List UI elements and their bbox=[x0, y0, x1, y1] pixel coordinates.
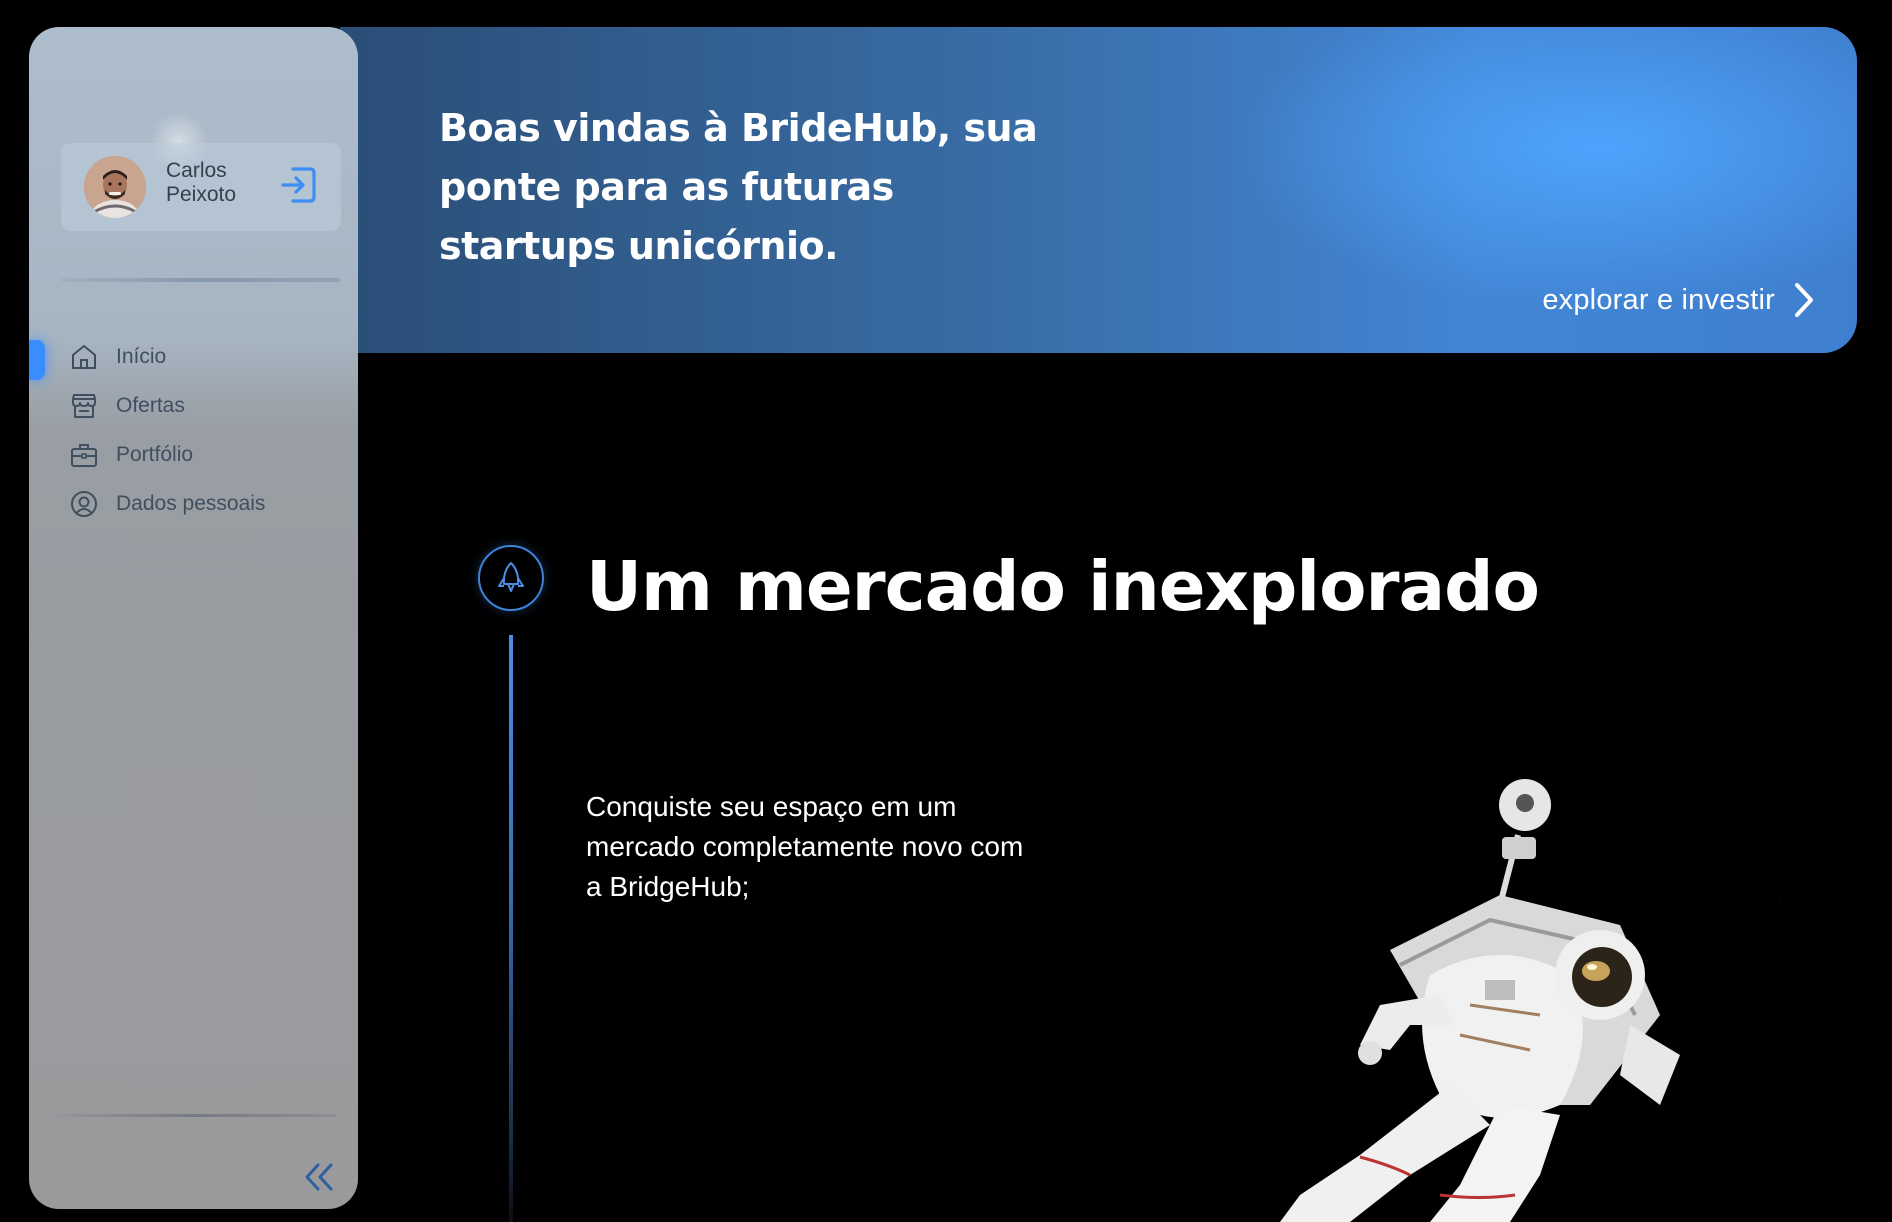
sidebar-nav: Início Ofertas Portfólio Dados pessoais bbox=[29, 332, 358, 528]
active-indicator bbox=[29, 340, 45, 380]
sidebar-item-label: Dados pessoais bbox=[116, 491, 266, 515]
timeline-line bbox=[509, 635, 513, 1222]
sidebar-bottom-divider bbox=[57, 1114, 336, 1117]
sidebar-item-label: Ofertas bbox=[116, 393, 185, 417]
sidebar-item-dados-pessoais[interactable]: Dados pessoais bbox=[29, 479, 358, 528]
rocket-badge bbox=[478, 545, 544, 611]
collapse-sidebar-button[interactable] bbox=[299, 1157, 339, 1197]
section-title: Um mercado inexplorado bbox=[586, 547, 1540, 627]
section-description: Conquiste seu espaço em um mercado compl… bbox=[586, 791, 1024, 902]
store-icon bbox=[69, 391, 99, 421]
hero-title: Boas vindas à BrideHub, sua ponte para a… bbox=[439, 106, 1038, 268]
sidebar-item-ofertas[interactable]: Ofertas bbox=[29, 381, 358, 430]
astronaut-image bbox=[1280, 779, 1680, 1222]
logout-button[interactable] bbox=[279, 163, 319, 207]
double-chevron-left-icon bbox=[305, 1163, 333, 1191]
user-name: Carlos Peixoto bbox=[166, 159, 237, 206]
explore-invest-link[interactable]: explorar e investir bbox=[1542, 281, 1817, 319]
sidebar-divider bbox=[61, 278, 340, 282]
sidebar-item-label: Portfólio bbox=[116, 442, 194, 466]
explore-invest-label: explorar e investir bbox=[1542, 283, 1775, 316]
sidebar-item-label: Início bbox=[116, 344, 167, 368]
hero-banner: Boas vindas à BrideHub, sua ponte para a… bbox=[340, 27, 1857, 353]
avatar[interactable] bbox=[84, 156, 146, 218]
home-icon bbox=[69, 342, 99, 372]
logout-icon bbox=[281, 167, 316, 203]
sidebar-item-inicio[interactable]: Início bbox=[29, 332, 358, 381]
avatar-portrait-icon bbox=[84, 156, 146, 218]
sidebar-item-portfolio[interactable]: Portfólio bbox=[29, 430, 358, 479]
briefcase-icon bbox=[69, 440, 99, 470]
sidebar: Carlos Peixoto Início Ofertas Portfólio … bbox=[29, 27, 358, 1209]
page: Boas vindas à BrideHub, sua ponte para a… bbox=[0, 0, 1892, 1222]
chevron-right-icon bbox=[1795, 283, 1813, 317]
rocket-icon bbox=[498, 562, 524, 592]
user-circle-icon bbox=[69, 489, 99, 519]
